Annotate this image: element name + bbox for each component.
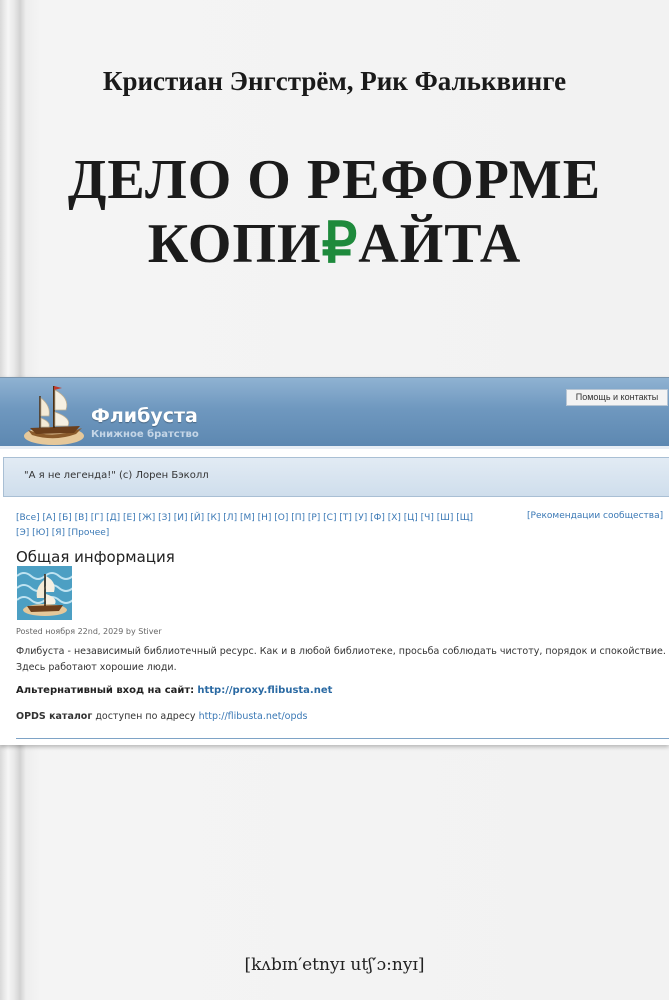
ship-thumbnail-icon [17, 566, 72, 620]
alphabet-nav[interactable]: [Все] [А] [Б] [В] [Г] [Д] [Е] [Ж] [З] [И… [16, 511, 516, 541]
opds-text: доступен по адресу [95, 711, 196, 722]
title-line-2-end: АЙТА [358, 213, 522, 275]
site-name[interactable]: Флибуста [91, 405, 198, 427]
alternative-entry: Альтернативный вход на сайт: http://prox… [16, 685, 332, 696]
site-slogan: Книжное братство [91, 429, 199, 440]
alphabet-line-2[interactable]: [Э] [Ю] [Я] [Прочее] [16, 526, 516, 541]
alt-entry-label: Альтернативный вход на сайт: [16, 685, 195, 696]
title-line-1: ДЕЛО О РЕФОРМЕ [67, 149, 602, 211]
posted-info: Posted ноября 22nd, 2029 by Stiver [16, 627, 162, 636]
website-screenshot: Флибуста Книжное братство Помощь и конта… [0, 377, 669, 745]
book-title: ДЕЛО О РЕФОРМЕ КОПИ₽АЙТА [0, 148, 669, 276]
opds-catalog: OPDS каталог доступен по адресу http://f… [16, 711, 307, 722]
help-contacts-link[interactable]: Помощь и контакты [566, 389, 668, 406]
title-line-2-start: КОПИ [147, 213, 322, 275]
title-line-2: КОПИ₽АЙТА [0, 212, 669, 276]
site-description: Флибуста - независимый библиотечный ресу… [16, 646, 666, 673]
ruble-symbol: ₽ [321, 213, 359, 275]
content-divider [16, 738, 669, 739]
opds-label: OPDS каталог [16, 711, 93, 722]
header-divider [0, 446, 669, 449]
quote-text: "А я не легенда!" (с) Лорен Бэколл [24, 470, 209, 481]
opds-link[interactable]: http://flibusta.net/opds [199, 711, 308, 722]
recommendations-link[interactable]: [Рекомендации сообщества] [527, 511, 663, 521]
alphabet-line-1[interactable]: [Все] [А] [Б] [В] [Г] [Д] [Е] [Ж] [З] [И… [16, 511, 516, 526]
section-title: Общая информация [16, 548, 175, 566]
publisher-name: [kʌbɪn′etnyɪ utʃ′ɔ:nyɪ] [244, 955, 425, 975]
ship-logo-icon[interactable] [18, 378, 90, 450]
proxy-link[interactable]: http://proxy.flibusta.net [197, 685, 332, 696]
book-cover: Кристиан Энгстрём, Рик Фальквинге ДЕЛО О… [0, 0, 669, 1000]
book-authors: Кристиан Энгстрём, Рик Фальквинге [102, 66, 567, 96]
